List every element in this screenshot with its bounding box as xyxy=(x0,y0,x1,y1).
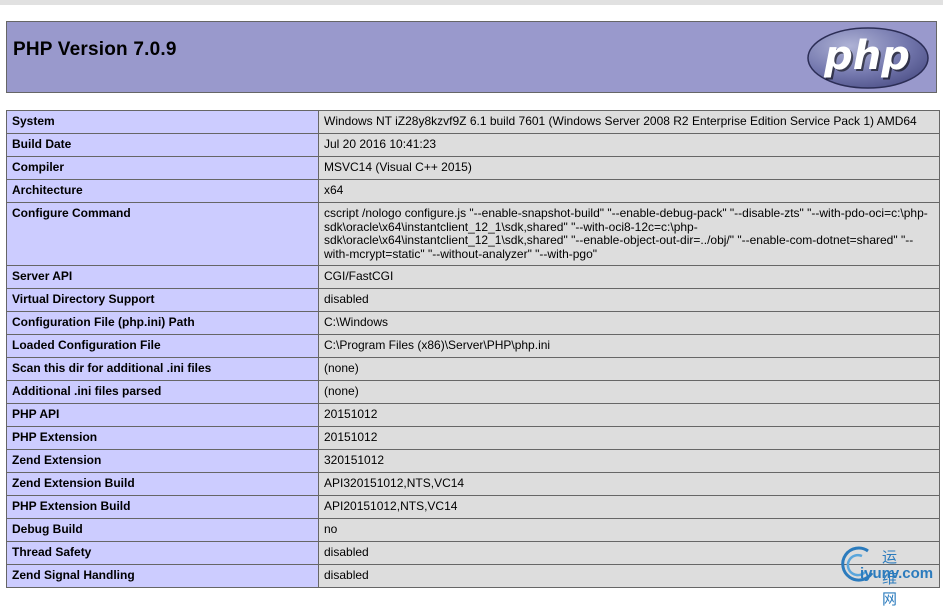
info-row: Configuration File (php.ini) Path C:\Wind… xyxy=(6,311,940,335)
watermark-en-text: iyunv.com xyxy=(860,565,934,582)
info-row-value: cscript /nologo configure.js "--enable-s… xyxy=(318,202,940,266)
info-row-value: no xyxy=(318,518,940,542)
info-row-value: disabled xyxy=(318,288,940,312)
info-row-label: Compiler xyxy=(6,156,319,180)
info-row-label: Debug Build xyxy=(6,518,319,542)
info-row-value: API320151012,NTS,VC14 xyxy=(318,472,940,496)
php-info-table: System Windows NT iZ28y8kzvf9Z 6.1 build … xyxy=(6,110,940,588)
info-row-value: x64 xyxy=(318,179,940,203)
info-row: Zend Extension 320151012 xyxy=(6,449,940,473)
info-row-value: MSVC14 (Visual C++ 2015) xyxy=(318,156,940,180)
php-version-header: PHP Version 7.0.9 php php xyxy=(6,21,937,93)
info-row-label: Configuration File (php.ini) Path xyxy=(6,311,319,335)
browser-top-strip xyxy=(0,0,943,5)
watermark: 运维网 iyunv.com xyxy=(838,543,933,608)
info-row-value: (none) xyxy=(318,357,940,381)
info-row-value: C:\Windows xyxy=(318,311,940,335)
info-row-value: 320151012 xyxy=(318,449,940,473)
info-row-value: (none) xyxy=(318,380,940,404)
info-row: Virtual Directory Support disabled xyxy=(6,288,940,312)
info-row: Scan this dir for additional .ini files(… xyxy=(6,357,940,381)
info-row-value: 20151012 xyxy=(318,426,940,450)
info-row-label: Loaded Configuration File xyxy=(6,334,319,358)
info-row: PHP Extension 20151012 xyxy=(6,426,940,450)
info-row-value: API20151012,NTS,VC14 xyxy=(318,495,940,519)
info-row: Server API CGI/FastCGI xyxy=(6,265,940,289)
info-row: Zend Extension Build API320151012,NTS,VC1… xyxy=(6,472,940,496)
info-row-label: Server API xyxy=(6,265,319,289)
info-row: Compiler MSVC14 (Visual C++ 2015) xyxy=(6,156,940,180)
info-row-label: Zend Extension Build xyxy=(6,472,319,496)
info-row-label: System xyxy=(6,110,319,134)
info-row-label: Scan this dir for additional .ini files xyxy=(6,357,319,381)
info-row-label: Additional .ini files parsed xyxy=(6,380,319,404)
info-row: Architecture x64 xyxy=(6,179,940,203)
info-row-label: PHP Extension Build xyxy=(6,495,319,519)
php-logo-text: php xyxy=(823,33,910,79)
info-row-label: PHP Extension xyxy=(6,426,319,450)
info-row-label: PHP API xyxy=(6,403,319,427)
info-row-value: Jul 20 2016 10:41:23 xyxy=(318,133,940,157)
info-row: PHP Extension Build API20151012,NTS,VC14 xyxy=(6,495,940,519)
info-row-value: 20151012 xyxy=(318,403,940,427)
info-row-label: Configure Command xyxy=(6,202,319,266)
info-row: Thread Safety disabled xyxy=(6,541,940,565)
info-row: Loaded Configuration File C:\Program File… xyxy=(6,334,940,358)
info-row: Zend Signal Handling disabled xyxy=(6,564,940,588)
info-row: Build Date Jul 20 2016 10:41:23 xyxy=(6,133,940,157)
info-row-value: Windows NT iZ28y8kzvf9Z 6.1 build 7601 (… xyxy=(318,110,940,134)
info-row-label: Virtual Directory Support xyxy=(6,288,319,312)
info-row: System Windows NT iZ28y8kzvf9Z 6.1 build … xyxy=(6,110,940,134)
info-row: Configure Command cscript /nologo configu… xyxy=(6,202,940,266)
page-title: PHP Version 7.0.9 xyxy=(13,39,177,60)
info-row: PHP API 20151012 xyxy=(6,403,940,427)
info-row-label: Thread Safety xyxy=(6,541,319,565)
info-row-value: C:\Program Files (x86)\Server\PHP\php.in… xyxy=(318,334,940,358)
info-row-label: Architecture xyxy=(6,179,319,203)
info-row-label: Zend Signal Handling xyxy=(6,564,319,588)
info-row: Additional .ini files parsed (none) xyxy=(6,380,940,404)
info-row-value: CGI/FastCGI xyxy=(318,265,940,289)
info-row-label: Zend Extension xyxy=(6,449,319,473)
php-logo[interactable]: php php xyxy=(806,26,930,90)
info-row: Debug Build no xyxy=(6,518,940,542)
info-row-label: Build Date xyxy=(6,133,319,157)
